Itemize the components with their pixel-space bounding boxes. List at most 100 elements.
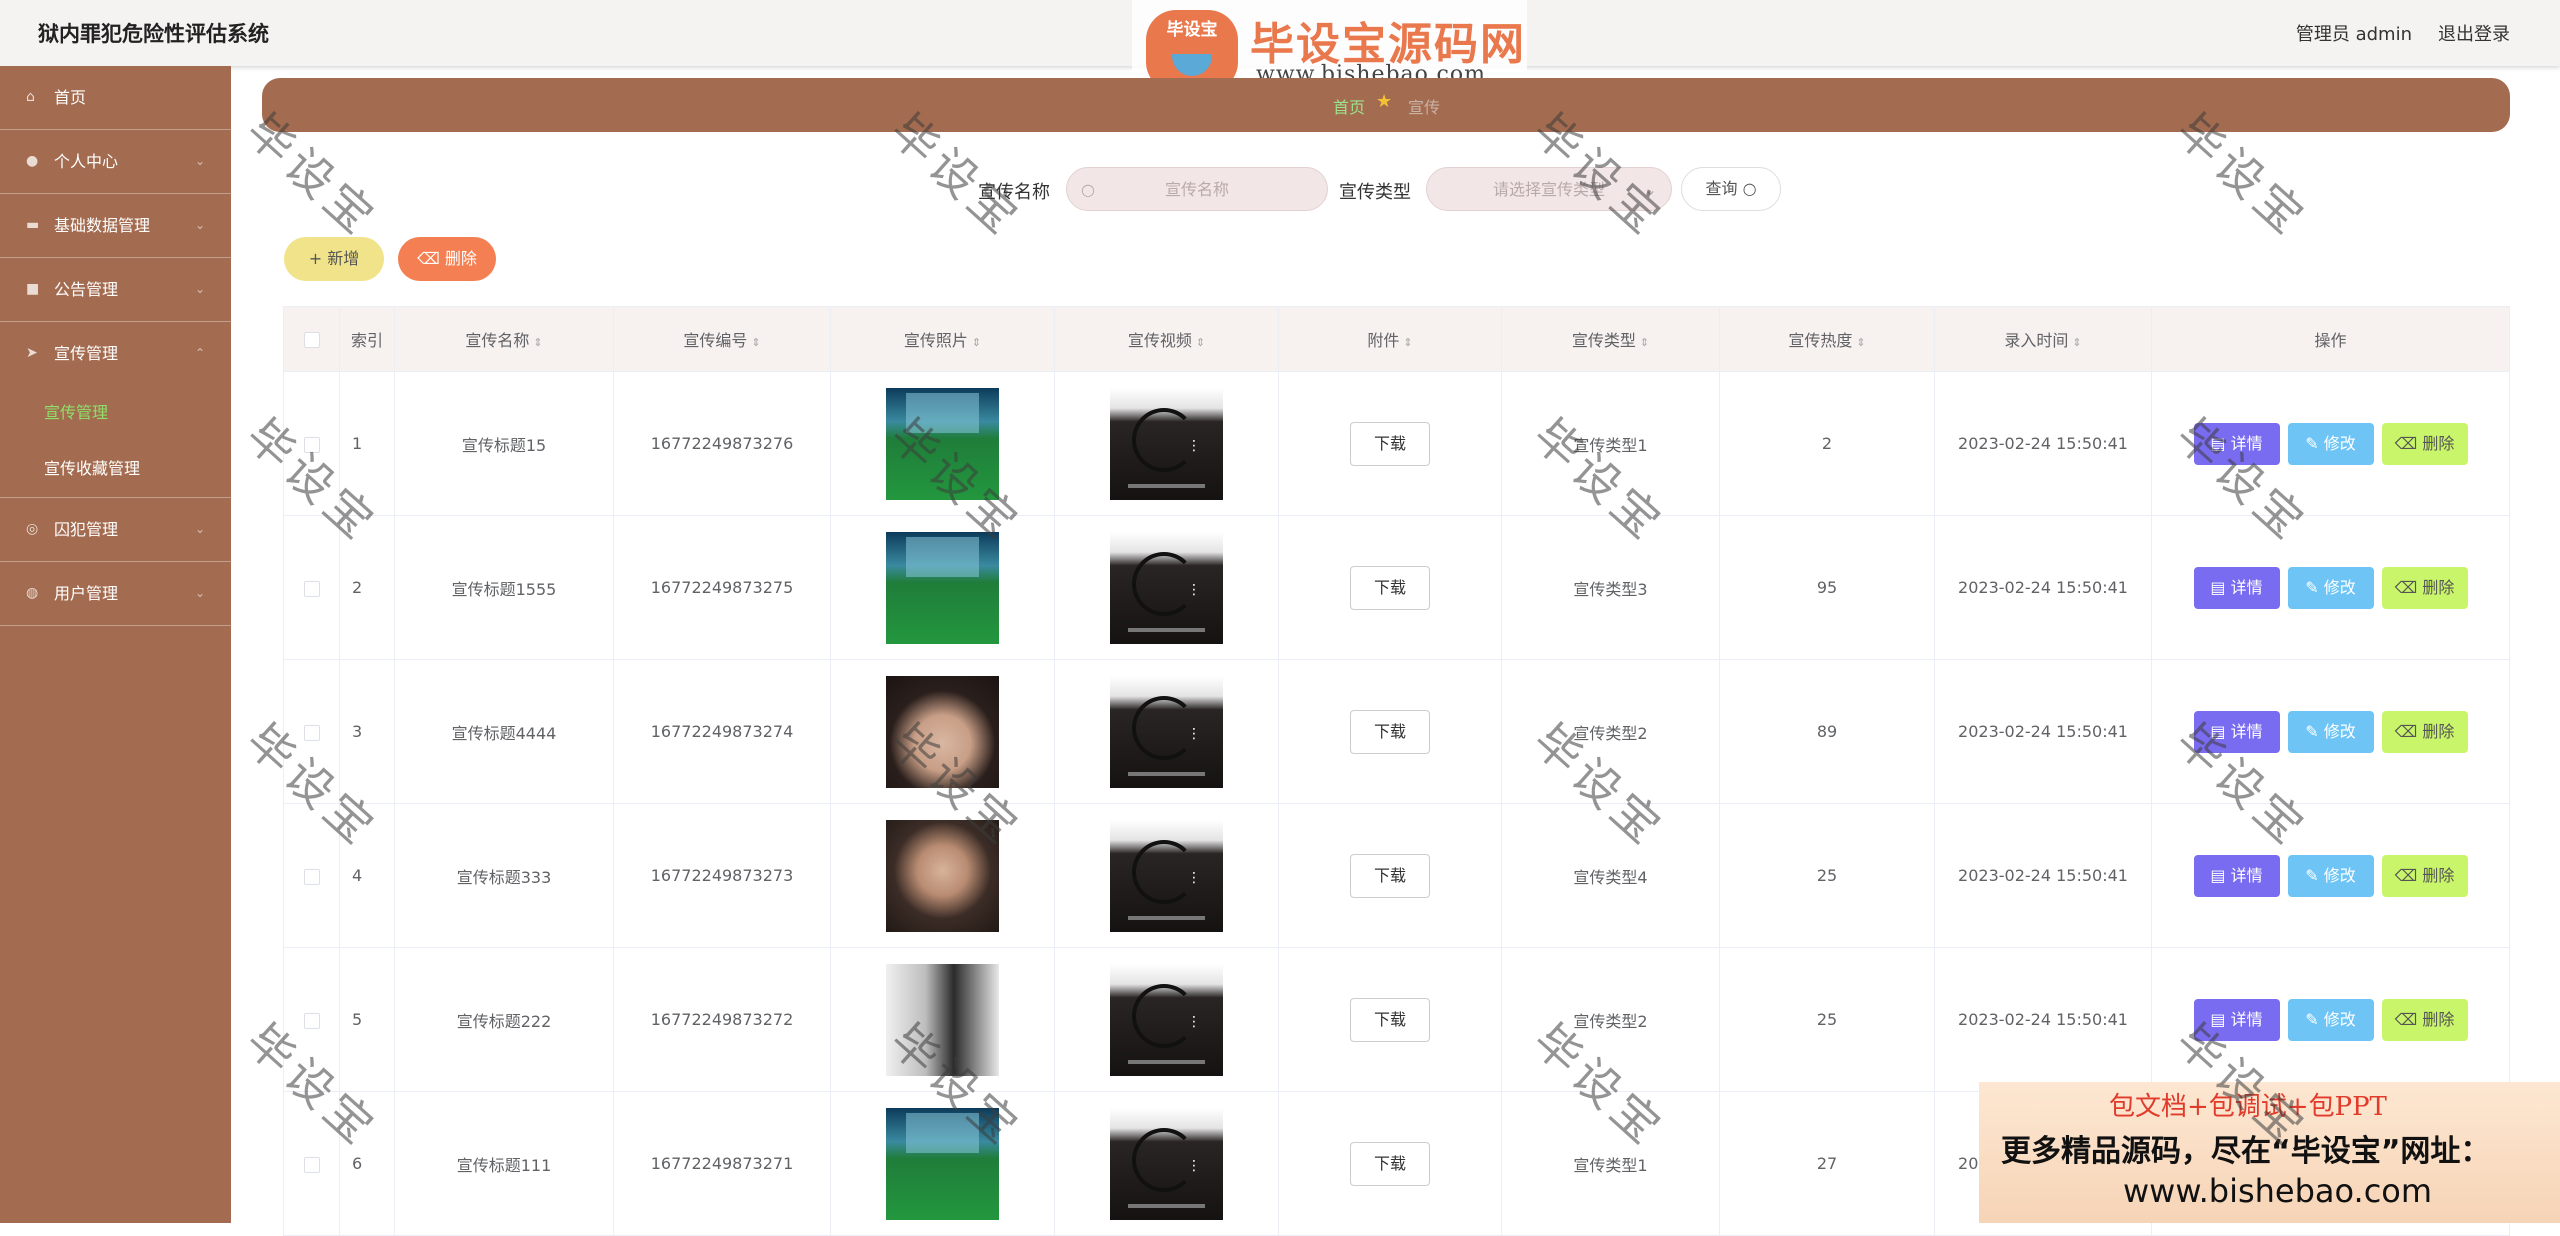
publicity-photo[interactable] [886,675,999,788]
download-button[interactable]: 下载 [1350,997,1430,1042]
detail-button[interactable]: ▤ 详情 [2193,710,2280,753]
trash-icon: ⌫ [2394,433,2423,453]
delete-button[interactable]: ⌫ 删除 [2381,422,2468,465]
sidebar-item-prisoner[interactable]: ◎ 囚犯管理 ⌄ [0,498,231,562]
publicity-photo[interactable] [886,963,999,1076]
publicity-video[interactable]: ⋮ [1110,531,1223,644]
publicity-photo[interactable] [886,387,999,500]
publicity-video[interactable]: ⋮ [1110,819,1223,932]
row-name: 宣传标题222 [394,947,614,1092]
chevron-down-icon: ⌄ [194,586,205,600]
publicity-photo[interactable] [886,1107,999,1220]
publicity-video[interactable]: ⋮ [1110,675,1223,788]
sidebar-item-personal-center[interactable]: ● 个人中心 ⌄ [0,130,231,194]
more-icon: ⋮ [1187,1013,1201,1030]
add-button[interactable]: + 新增 [284,237,384,281]
col-name[interactable]: 宣传名称 ⇕ [394,306,614,372]
detail-button[interactable]: ▤ 详情 [2193,566,2280,609]
detail-button[interactable]: ▤ 详情 [2193,422,2280,465]
select-all-checkbox[interactable] [283,306,340,372]
row-code: 16772249873272 [613,947,831,1092]
edit-icon: ✎ [2305,865,2324,885]
download-button[interactable]: 下载 [1350,565,1430,610]
download-button[interactable]: 下载 [1350,709,1430,754]
search-type-select[interactable]: 请选择宣传类型 ⌄ [1426,167,1672,211]
row-video-cell: ⋮ [1054,659,1279,804]
row-video-cell: ⋮ [1054,515,1279,660]
row-checkbox[interactable] [283,515,340,660]
col-attachment[interactable]: 附件 ⇕ [1278,306,1502,372]
sidebar: ⌂ 首页 ● 个人中心 ⌄ ▬ 基础数据管理 ⌄ ■ 公告管理 ⌄ ➤ 宣传管理… [0,66,231,1223]
submenu-publicity-management[interactable]: 宣传管理 [0,385,231,441]
row-video-cell: ⋮ [1054,1091,1279,1236]
col-time[interactable]: 录入时间 ⇕ [1934,306,2152,372]
row-index: 2 [339,515,395,660]
row-type: 宣传类型2 [1501,947,1720,1092]
col-photo[interactable]: 宣传照片 ⇕ [830,306,1055,372]
edit-button[interactable]: ✎ 修改 [2287,566,2374,609]
search-name-input[interactable]: ○ 宣传名称 [1066,167,1328,211]
row-actions: ▤ 详情✎ 修改⌫ 删除 [2151,947,2510,1092]
sidebar-item-publicity[interactable]: ➤ 宣传管理 ⌃ [0,322,231,385]
delete-button[interactable]: ⌫ 删除 [2381,710,2468,753]
sidebar-item-notice[interactable]: ■ 公告管理 ⌄ [0,258,231,322]
trash-icon: ⌫ [2394,1009,2423,1029]
edit-button[interactable]: ✎ 修改 [2287,998,2374,1041]
publicity-video[interactable]: ⋮ [1110,1107,1223,1220]
sidebar-item-users[interactable]: ◍ 用户管理 ⌄ [0,562,231,626]
row-photo-cell [830,515,1055,660]
row-checkbox[interactable] [283,659,340,804]
row-checkbox[interactable] [283,947,340,1092]
submenu-publicity-favorites[interactable]: 宣传收藏管理 [0,441,231,498]
edit-button[interactable]: ✎ 修改 [2287,854,2374,897]
row-checkbox[interactable] [283,803,340,948]
row-checkbox[interactable] [283,371,340,516]
download-button[interactable]: 下载 [1350,421,1430,466]
doc-icon: ▤ [2210,721,2231,741]
col-code[interactable]: 宣传编号 ⇕ [613,306,831,372]
logout-link[interactable]: 退出登录 [2438,20,2510,46]
sort-icon: ⇕ [2072,336,2082,349]
row-type: 宣传类型2 [1501,659,1720,804]
search-icon: ○ [1742,179,1757,198]
sidebar-item-home[interactable]: ⌂ 首页 [0,66,231,130]
col-actions: 操作 [2151,306,2510,372]
doc-icon: ▤ [2210,865,2231,885]
breadcrumb-current: 宣传 [1408,98,1441,117]
col-heat[interactable]: 宣传热度 ⇕ [1719,306,1935,372]
promo-banner: 包文档+包调试+包PPT 更多精品源码，尽在“毕设宝”网址： www.bishe… [1979,1082,2560,1223]
row-checkbox[interactable] [283,1091,340,1236]
publicity-video[interactable]: ⋮ [1110,387,1223,500]
edit-button[interactable]: ✎ 修改 [2287,422,2374,465]
row-type: 宣传类型3 [1501,515,1720,660]
detail-button[interactable]: ▤ 详情 [2193,854,2280,897]
edit-icon: ✎ [2305,1009,2324,1029]
detail-button[interactable]: ▤ 详情 [2193,998,2280,1041]
chevron-down-icon: ⌄ [194,154,205,168]
edit-button[interactable]: ✎ 修改 [2287,710,2374,753]
breadcrumb-home[interactable]: 首页 [1333,94,1365,118]
delete-button[interactable]: ⌫ 删除 [2381,566,2468,609]
chevron-down-icon: ⌄ [194,282,205,296]
sidebar-item-base-data[interactable]: ▬ 基础数据管理 ⌄ [0,194,231,258]
doc-icon: ▤ [2210,433,2231,453]
download-button[interactable]: 下载 [1350,1141,1430,1186]
delete-button[interactable]: ⌫ 删除 [2381,854,2468,897]
col-type[interactable]: 宣传类型 ⇕ [1501,306,1720,372]
row-type: 宣传类型1 [1501,1091,1720,1236]
edit-icon: ✎ [2305,577,2324,597]
publicity-video[interactable]: ⋮ [1110,963,1223,1076]
row-name: 宣传标题333 [394,803,614,948]
sort-icon: ⇕ [971,336,982,349]
query-button[interactable]: 查询 ○ [1681,167,1781,211]
trash-icon: ⌫ [2394,721,2423,741]
delete-button[interactable]: ⌫ 删除 [2381,998,2468,1041]
publicity-photo[interactable] [886,819,999,932]
row-code: 16772249873274 [613,659,831,804]
publicity-photo[interactable] [886,531,999,644]
edit-icon: ✎ [2305,721,2324,741]
bulk-delete-button[interactable]: ⌫ 删除 [398,237,496,281]
doc-icon: ▤ [2210,1009,2231,1029]
col-video[interactable]: 宣传视频 ⇕ [1054,306,1279,372]
download-button[interactable]: 下载 [1350,853,1430,898]
